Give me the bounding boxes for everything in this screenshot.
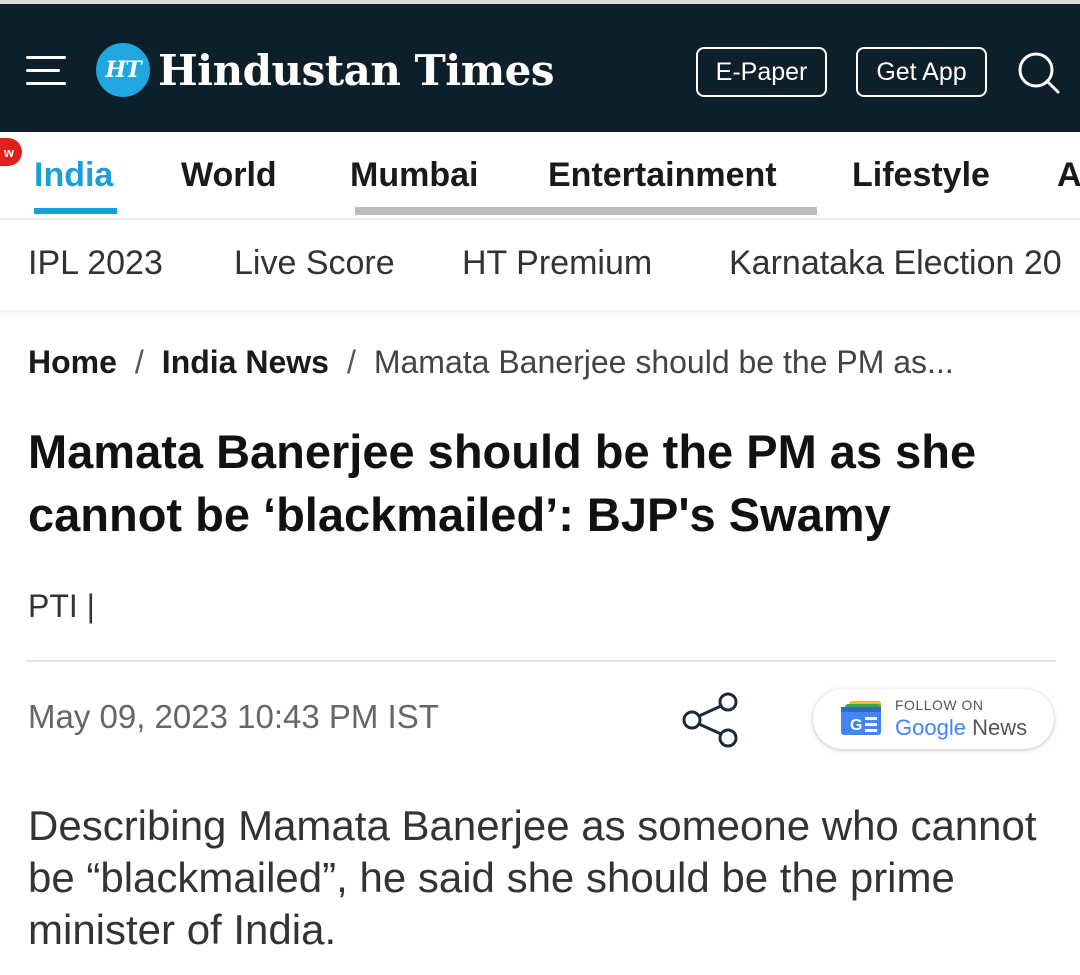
follow-google-news-button[interactable]: G FOLLOW ON Google News xyxy=(813,689,1054,749)
tab-entertainment[interactable]: Entertainment xyxy=(548,156,777,195)
breadcrumb-separator: / xyxy=(134,344,144,380)
breadcrumb-current: Mamata Banerjee should be the PM as... xyxy=(373,344,954,380)
get-app-button[interactable]: Get App xyxy=(856,47,987,97)
site-logo[interactable]: HT Hindustan Times xyxy=(96,42,555,98)
breadcrumb-separator: / xyxy=(346,344,356,380)
tab-world[interactable]: World xyxy=(181,156,277,195)
site-header: HT Hindustan Times E-Paper Get App xyxy=(0,0,1080,132)
trending-live-score[interactable]: Live Score xyxy=(234,244,395,283)
new-badge: w xyxy=(0,138,22,166)
section-nav: w India World Mumbai Entertainment Lifes… xyxy=(0,132,1080,220)
trending-ipl-2023[interactable]: IPL 2023 xyxy=(28,244,163,283)
tab-lifestyle[interactable]: Lifestyle xyxy=(852,156,990,195)
breadcrumb-home[interactable]: Home xyxy=(28,344,117,381)
tab-india[interactable]: India xyxy=(34,156,113,195)
follow-on-label: FOLLOW ON xyxy=(895,697,984,713)
tab-more[interactable]: A xyxy=(1057,156,1080,195)
article-summary: Describing Mamata Banerjee as someone wh… xyxy=(28,802,1037,953)
breadcrumb: Home / India News / Mamata Banerjee shou… xyxy=(28,344,1058,381)
breadcrumb-india-news[interactable]: India News xyxy=(162,344,329,381)
share-icon[interactable] xyxy=(680,690,740,750)
trending-karnataka-election[interactable]: Karnataka Election 20 xyxy=(729,244,1062,283)
menu-icon[interactable] xyxy=(26,56,68,86)
article-timestamp: May 09, 2023 10:43 PM IST xyxy=(28,698,439,735)
article-byline[interactable]: PTI | xyxy=(28,588,95,625)
active-tab-indicator xyxy=(34,208,117,214)
google-wordmark: Google xyxy=(895,715,966,740)
search-icon[interactable] xyxy=(1016,50,1060,94)
trending-nav: IPL 2023 Live Score HT Premium Karnataka… xyxy=(0,220,1080,310)
news-wordmark: News xyxy=(972,715,1028,740)
article-headline: Mamata Banerjee should be the PM as she … xyxy=(28,425,977,541)
logo-wordmark: Hindustan Times xyxy=(158,45,555,95)
svg-text:G: G xyxy=(850,717,862,734)
tab-mumbai[interactable]: Mumbai xyxy=(350,156,478,195)
divider xyxy=(26,660,1056,662)
logo-badge: HT xyxy=(96,43,150,97)
google-news-label: Google News xyxy=(895,715,1027,741)
epaper-button[interactable]: E-Paper xyxy=(696,47,827,97)
trending-ht-premium[interactable]: HT Premium xyxy=(462,244,652,283)
nav-scrollbar[interactable] xyxy=(355,207,817,215)
google-news-icon: G xyxy=(841,701,881,735)
